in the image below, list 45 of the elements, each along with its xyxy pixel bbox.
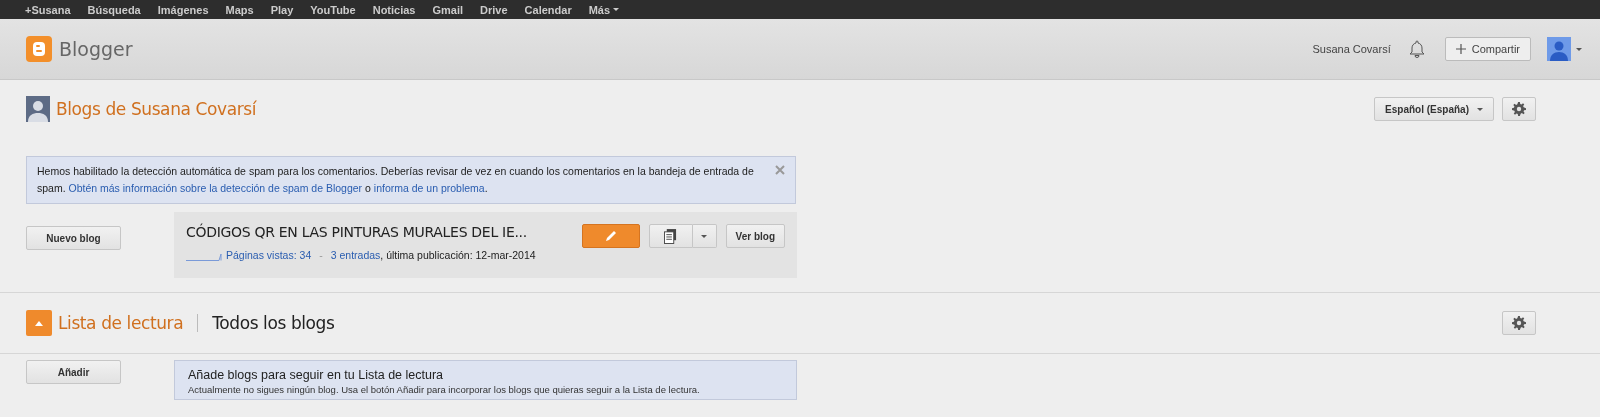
nav-link[interactable]: Noticias	[372, 3, 416, 16]
nav-link[interactable]: Imágenes	[157, 3, 209, 16]
documents-icon	[664, 228, 678, 244]
app-name: Blogger	[59, 38, 133, 60]
view-blog-button[interactable]: Ver blog	[725, 224, 785, 248]
nav-link[interactable]: Drive	[480, 3, 508, 16]
learn-more-link[interactable]: Obtén más información sobre la detección de spam de Blogger	[68, 182, 363, 194]
callout-text: Actualmente no sigues ningún blog. Usa el botón Añadir para incorporar los blogs que quieras seguir a la Lista de lectura.	[188, 384, 701, 395]
nav-link[interactable]: Búsqueda	[87, 3, 141, 16]
callout-title: Añade blogs para seguir en tu Lista de lectura	[188, 368, 445, 382]
pencil-icon	[603, 229, 618, 243]
settings-button[interactable]	[1502, 311, 1536, 335]
gear-icon	[1512, 102, 1526, 116]
plus-icon	[1455, 44, 1466, 54]
gear-icon	[1512, 316, 1526, 330]
more-menu[interactable]: Más	[588, 3, 620, 16]
section-title: Blogs de Susana Covarsí	[56, 99, 257, 119]
report-problem-link[interactable]: informa de un problema	[373, 182, 485, 194]
nav-link[interactable]: Play	[270, 3, 294, 16]
blogger-logo-icon	[26, 36, 52, 62]
pageviews-link[interactable]: Páginas vistas: 34	[226, 249, 312, 261]
filter-label[interactable]: Todos los blogs	[212, 313, 335, 333]
nav-link[interactable]: Gmail	[432, 3, 464, 16]
triangle-up-icon	[35, 320, 43, 326]
add-button[interactable]: Añadir	[26, 360, 121, 384]
settings-button[interactable]	[1502, 97, 1536, 121]
notifications-icon[interactable]	[1408, 40, 1425, 58]
separator: -	[319, 249, 323, 261]
posts-button[interactable]	[648, 224, 693, 248]
nav-link[interactable]: Maps	[225, 3, 254, 16]
nav-link[interactable]: Calendar	[524, 3, 572, 16]
nav-link[interactable]: YouTube	[310, 3, 356, 16]
user-name[interactable]: Susana Covarsí	[1312, 43, 1391, 55]
account-menu-caret-icon[interactable]	[1576, 47, 1582, 51]
language-dropdown[interactable]: Español (España)	[1374, 97, 1494, 121]
blog-title[interactable]: CÓDIGOS QR EN LAS PINTURAS MURALES DEL IE...	[186, 224, 582, 240]
profile-picture-icon	[26, 96, 50, 122]
nav-link[interactable]: +Susana	[25, 3, 71, 16]
new-blog-button[interactable]: Nuevo blog	[26, 226, 121, 250]
pageviews-sparkline	[186, 251, 222, 259]
section-title: Lista de lectura	[58, 313, 184, 333]
new-post-button[interactable]	[581, 224, 640, 248]
share-button[interactable]: Compartir	[1444, 37, 1531, 61]
notice-text: Hemos habilitado la detección automática de spam para los comentarios. Deberías revisar de vez en cuando los comentarios en la bandeja de entrada de spam. Obtén más información sobre la detección de spam de Blogger o informa de un problema.	[37, 164, 755, 196]
last-post-text: , última publicación: 12-mar-2014	[380, 249, 536, 261]
